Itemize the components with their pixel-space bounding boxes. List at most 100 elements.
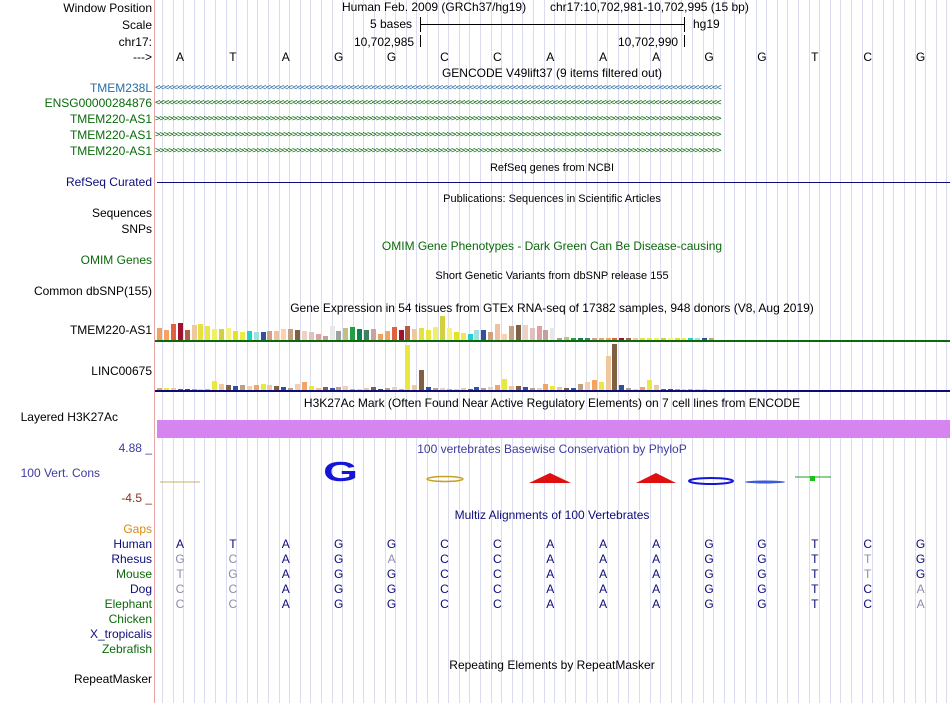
gtex-tissue-bar[interactable] [391,327,397,340]
alignment-base-elephant: G [704,597,714,611]
gtex-tissue-bar[interactable] [460,333,466,340]
gtex-tissue-bar[interactable] [591,380,597,390]
alignment-base-human: G [386,537,397,551]
gtex-tissue-bar[interactable] [543,330,549,340]
gtex-tissue-bar[interactable] [508,326,514,340]
gtex-tissue-bar[interactable] [212,329,218,340]
gtex-tissue-bar[interactable] [536,326,542,340]
label-omim-genes[interactable]: OMIM Genes [81,253,152,267]
gtex-tissue-bar[interactable] [260,332,266,340]
gtex-tissue-bar[interactable] [184,330,190,340]
gtex-tissue-bar[interactable] [605,356,611,390]
label-gene-tmem220-as1-2[interactable]: TMEM220-AS1 [70,128,152,142]
gtex-tissue-bar[interactable] [253,332,259,340]
gene-tmem220-as1-1-arrows[interactable]: >>>>>>>>>>>>>>>>>>>>>>>>>>>>>>>>>>>>>>>>… [155,113,950,125]
gtex-tissue-bar[interactable] [246,331,252,340]
gtex-tissue-bar[interactable] [177,323,183,340]
label-gene-tmem220-as1-3[interactable]: TMEM220-AS1 [70,144,152,158]
label-vert-cons[interactable]: 100 Vert. Cons [21,466,100,480]
gene-ensg-arrows[interactable]: <<<<<<<<<<<<<<<<<<<<<<<<<<<<<<<<<<<<<<<<… [155,97,950,109]
label-common-dbsnp[interactable]: Common dbSNP(155) [34,284,152,298]
gtex-tissue-bar[interactable] [433,327,438,340]
gtex-tissue-bar[interactable] [426,330,432,340]
label-refseq-curated[interactable]: RefSeq Curated [66,175,152,189]
gtex-tissue-bar[interactable] [405,345,411,390]
gtex-tissue-bar[interactable] [612,344,618,390]
gtex-tissue-bar[interactable] [295,330,300,340]
gtex-tissue-bar[interactable] [529,328,535,340]
gtex-tissue-bar[interactable] [219,329,225,340]
gtex-tissue-bar[interactable] [502,379,507,390]
gtex-tissue-bar[interactable] [170,324,176,340]
gtex-tissue-bar[interactable] [350,327,356,340]
gtex-tissue-bar[interactable] [157,328,162,340]
gtex-tissue-bar[interactable] [301,331,307,340]
gene-tmem238l-arrows[interactable]: <<<<<<<<<<<<<<<<<<<<<<<<<<<<<<<<<<<<<<<<… [155,82,950,94]
gtex-tissue-bar[interactable] [281,329,287,340]
gtex-tissue-bar[interactable] [364,330,369,340]
gtex-tissue-bar[interactable] [301,382,307,390]
phylop-logo-small-mark [426,475,464,483]
gtex-tissue-bar[interactable] [370,329,376,340]
reference-base: C [863,50,873,64]
gtex-tissue-bar[interactable] [198,324,204,340]
gtex-tissue-bar[interactable] [495,324,501,340]
gtex-tissue-bar[interactable] [398,330,404,340]
gtex-tissue-bar[interactable] [550,328,556,340]
label-gtex-linc00675[interactable]: LINC00675 [91,364,152,378]
gtex-tissue-bar[interactable] [405,326,411,340]
label-gaps[interactable]: Gaps [123,522,152,536]
alignment-base-dog: A [916,582,925,596]
gtex-tissue-bar[interactable] [481,330,487,340]
gtex-tissue-bar[interactable] [226,328,231,340]
label-repeatmasker[interactable]: RepeatMasker [74,672,152,686]
label-gtex-tmem220-as1[interactable]: TMEM220-AS1 [70,323,152,337]
gtex-tissue-bar[interactable] [419,328,425,340]
gtex-tissue-bar[interactable] [584,382,590,390]
gtex-tissue-bar[interactable] [343,328,349,340]
label-sequences[interactable]: Sequences [92,206,152,220]
h3k27ac-signal[interactable] [157,420,950,438]
gtex-tissue-bar[interactable] [598,382,604,390]
alignment-base-human: A [599,537,608,551]
gtex-tissue-bar[interactable] [336,331,342,340]
gtex-tissue-bar[interactable] [446,328,452,340]
label-snps[interactable]: SNPs [121,222,152,236]
gtex-tissue-bar[interactable] [384,331,390,340]
gtex-tissue-bar[interactable] [474,330,480,340]
gtex-tissue-bar[interactable] [522,325,528,340]
refseq-gene-line[interactable] [157,182,950,183]
gene-tmem220-as1-2-arrows[interactable]: >>>>>>>>>>>>>>>>>>>>>>>>>>>>>>>>>>>>>>>>… [155,129,950,141]
gtex-tissue-bar[interactable] [205,326,211,340]
gtex-tissue-bar[interactable] [439,316,445,340]
label-layered-h3k27ac[interactable]: Layered H3K27Ac [21,410,118,424]
reference-base: A [281,50,290,64]
reference-base: G [757,50,767,64]
gtex-tissue-bar[interactable] [357,329,363,340]
gtex-tissue-bar[interactable] [419,370,425,390]
gtex-tissue-bar[interactable] [412,329,418,340]
label-gene-ensg[interactable]: ENSG00000284876 [45,96,152,110]
gtex-tissue-bar[interactable] [453,332,459,340]
gtex-tissue-bar[interactable] [308,332,314,340]
track-image-area[interactable]: Human Feb. 2009 (GRCh37/hg19) chr17:10,7… [155,0,950,703]
alignment-base-rhesus: G [915,552,926,566]
gtex-tissue-bar[interactable] [267,331,273,340]
gtex-tissue-bar[interactable] [239,332,245,340]
gtex-tissue-bar[interactable] [212,381,218,390]
alignment-base-elephant: G [757,597,767,611]
label-gene-tmem238l[interactable]: TMEM238L [90,81,152,95]
gtex-tissue-bar[interactable] [163,330,169,340]
gtex-linc00675-baseline [155,390,950,392]
gtex-tissue-bar[interactable] [329,326,335,340]
gtex-tissue-bar[interactable] [232,331,238,340]
gtex-tissue-bar[interactable] [646,380,652,390]
gtex-tissue-bar[interactable] [191,325,197,340]
gene-tmem220-as1-3-arrows[interactable]: >>>>>>>>>>>>>>>>>>>>>>>>>>>>>>>>>>>>>>>>… [155,145,950,157]
phylop-logo[interactable]: G [155,455,950,495]
gtex-tissue-bar[interactable] [274,331,280,340]
gtex-tissue-bar[interactable] [488,332,494,340]
label-gene-tmem220-as1-1[interactable]: TMEM220-AS1 [70,112,152,126]
gtex-tissue-bar[interactable] [288,329,294,340]
gtex-tissue-bar[interactable] [515,325,521,340]
